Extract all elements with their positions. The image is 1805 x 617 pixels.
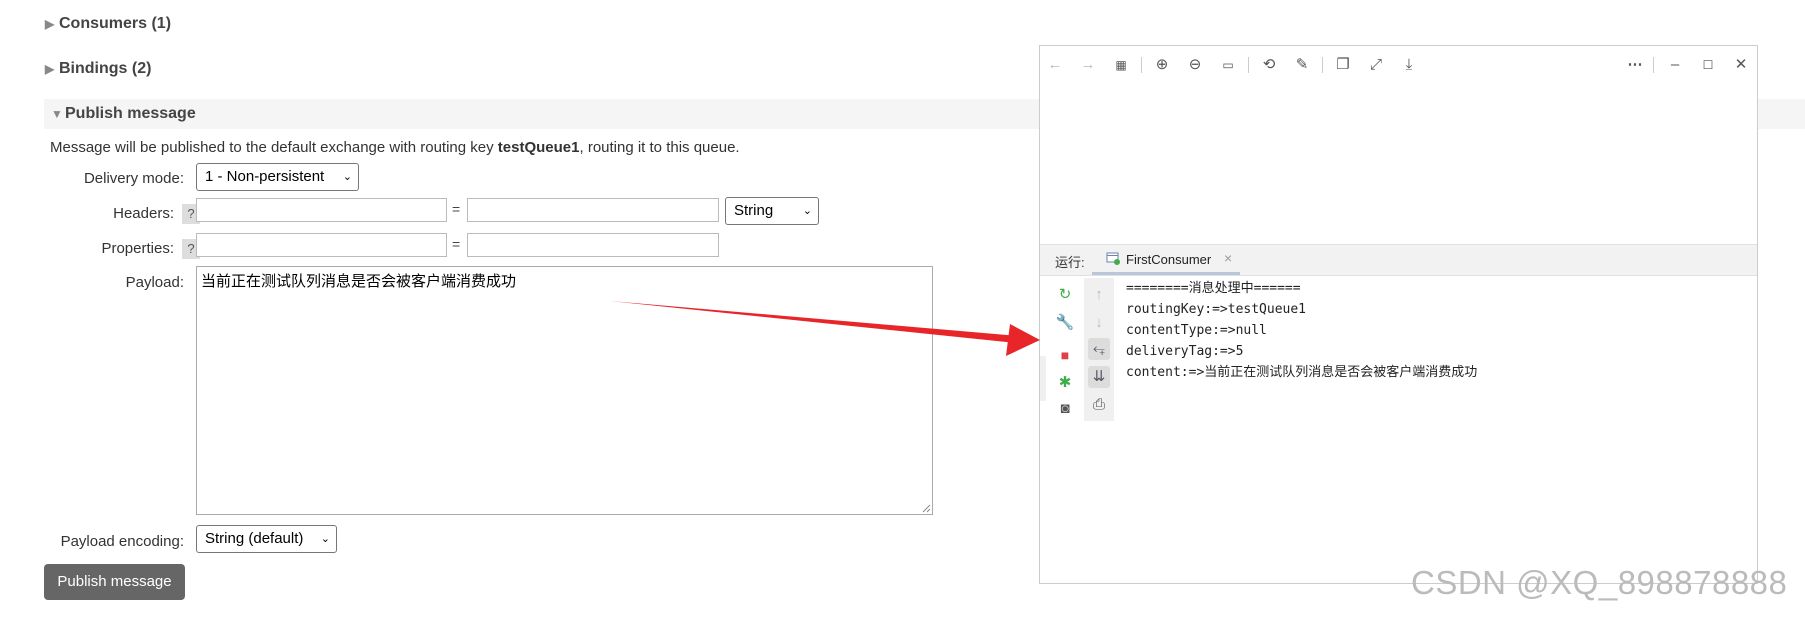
tab-close-icon[interactable]: × xyxy=(1224,250,1232,266)
publish-section-header[interactable]: ▼ Publish message xyxy=(51,99,196,129)
console-line: content:=>当前正在测试队列消息是否会被客户端消费成功 xyxy=(1126,365,1478,380)
tab-first-consumer[interactable]: FirstConsumer × xyxy=(1092,245,1240,275)
publish-message-button[interactable]: Publish message xyxy=(44,564,185,600)
routing-key: testQueue1 xyxy=(497,139,580,156)
expand-triangle-icon: ▶ xyxy=(45,17,55,31)
headers-label: Headers:? xyxy=(40,204,200,224)
rotate-icon[interactable]: ⟲ xyxy=(1258,54,1280,76)
print-icon[interactable]: ⎙ xyxy=(1088,394,1110,416)
chevron-down-icon: ⌄ xyxy=(342,171,352,183)
toolbar-divider xyxy=(1653,57,1654,73)
watermark: CSDN @XQ_898878888 xyxy=(1411,564,1788,601)
run-panel-header: 运行: FirstConsumer × xyxy=(1040,244,1757,276)
delivery-mode-select[interactable]: 1 - Non-persistent ⌄ xyxy=(196,163,359,191)
maximize-icon[interactable]: ☐ xyxy=(1697,54,1719,76)
bindings-section-header[interactable]: ▶ Bindings (2) xyxy=(45,54,151,84)
more-options-icon[interactable]: ⋯ xyxy=(1624,54,1646,76)
payload-label: Payload: xyxy=(125,274,184,291)
scroll-to-end-icon[interactable]: ⇊ xyxy=(1088,366,1110,388)
toolbar-divider xyxy=(1322,57,1323,73)
grid-icon[interactable]: ▦ xyxy=(1110,54,1132,76)
console-line: deliveryTag:=>5 xyxy=(1126,344,1244,359)
tab-label: FirstConsumer xyxy=(1126,252,1212,267)
tab-underline xyxy=(1092,272,1240,275)
equals-sign: = xyxy=(452,201,461,217)
payload-encoding-select[interactable]: String (default) ⌄ xyxy=(196,525,337,553)
header-key-input[interactable] xyxy=(196,198,447,222)
minimize-icon[interactable]: – xyxy=(1664,54,1686,76)
camera-icon[interactable]: ◙ xyxy=(1054,398,1076,420)
publish-info-text: Message will be published to the default… xyxy=(50,139,740,156)
payload-encoding-label: Payload encoding: xyxy=(60,533,184,550)
console-line: routingKey:=>testQueue1 xyxy=(1126,302,1307,317)
zoom-in-icon[interactable]: ⊕ xyxy=(1151,54,1173,76)
viewer-window: ← → ▦ ⊕ ⊖ ▭ ⟲ ✎ ❐ ⤢ ⤓ ⋯ – ☐ ✕ 运行: FirstC… xyxy=(1039,45,1758,584)
toolbar-divider xyxy=(1141,57,1142,73)
actual-size-icon[interactable]: ▭ xyxy=(1217,54,1239,76)
close-icon[interactable]: ✕ xyxy=(1730,54,1752,76)
console-line: ========消息处理中====== xyxy=(1126,281,1301,296)
delivery-mode-label: Delivery mode: xyxy=(83,170,184,187)
property-key-input[interactable] xyxy=(196,233,447,257)
console-line: contentType:=>null xyxy=(1126,323,1267,338)
equals-sign: = xyxy=(452,236,461,252)
annotation-arrow xyxy=(610,301,1040,356)
chevron-down-icon: ⌄ xyxy=(320,533,330,545)
debug-icon[interactable]: ✱ xyxy=(1054,372,1076,394)
collapse-triangle-icon: ▼ xyxy=(51,107,63,121)
header-type-select[interactable]: String ⌄ xyxy=(725,197,819,225)
download-icon[interactable]: ⤓ xyxy=(1398,54,1420,76)
edit-icon[interactable]: ✎ xyxy=(1291,54,1313,76)
side-strip xyxy=(1040,356,1046,401)
console-tab-icon xyxy=(1106,251,1120,265)
rerun-icon[interactable]: ↻ xyxy=(1054,284,1076,306)
fullscreen-icon[interactable]: ⤢ xyxy=(1365,54,1387,76)
consumers-section-header[interactable]: ▶ Consumers (1) xyxy=(45,9,171,39)
run-toolbar: ↻ 🔧 ■ ✱ ◙ xyxy=(1052,278,1078,421)
properties-label: Properties:? xyxy=(40,239,200,259)
back-arrow-icon[interactable]: ← xyxy=(1044,54,1066,76)
scroll-down-icon[interactable]: ↓ xyxy=(1088,312,1110,334)
resize-grip-icon[interactable] xyxy=(921,503,931,513)
run-label: 运行: xyxy=(1055,255,1085,270)
wrench-icon[interactable]: 🔧 xyxy=(1054,312,1076,334)
stop-icon[interactable]: ■ xyxy=(1054,344,1076,366)
zoom-out-icon[interactable]: ⊖ xyxy=(1184,54,1206,76)
header-value-input[interactable] xyxy=(467,198,719,222)
console-output: ========消息处理中====== routingKey:=>testQue… xyxy=(1126,278,1477,383)
forward-arrow-icon[interactable]: → xyxy=(1077,54,1099,76)
chevron-down-icon: ⌄ xyxy=(802,205,812,217)
soft-wrap-icon[interactable]: ⥆ xyxy=(1088,338,1110,360)
toolbar-divider xyxy=(1248,57,1249,73)
console-toolbar: ↑ ↓ ⥆ ⇊ ⎙ xyxy=(1084,278,1114,421)
scroll-up-icon[interactable]: ↑ xyxy=(1088,284,1110,306)
copy-icon[interactable]: ❐ xyxy=(1332,54,1354,76)
expand-triangle-icon: ▶ xyxy=(45,62,55,76)
property-value-input[interactable] xyxy=(467,233,719,257)
